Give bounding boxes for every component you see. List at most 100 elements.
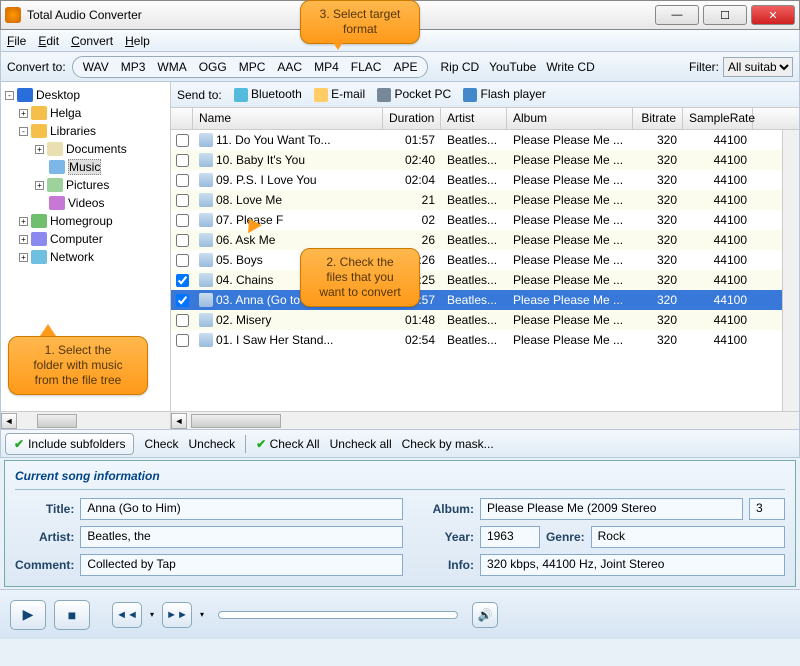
artist-field[interactable]: Beatles, the: [80, 526, 402, 548]
file-row[interactable]: 09. P.S. I Love You02:04Beatles...Please…: [171, 170, 799, 190]
format-ogg[interactable]: OGG: [193, 60, 233, 74]
file-row[interactable]: 06. Ask Me26Beatles...Please Please Me .…: [171, 230, 799, 250]
format-mp4[interactable]: MP4: [308, 60, 345, 74]
tree-node[interactable]: +Pictures: [5, 176, 166, 194]
file-row[interactable]: 04. Chains02:25Beatles...Please Please M…: [171, 270, 799, 290]
tree-node[interactable]: +Computer: [5, 230, 166, 248]
close-button[interactable]: ✕: [751, 5, 795, 25]
col-samplerate[interactable]: SampleRate: [683, 108, 753, 129]
sendto-email[interactable]: E-mail: [314, 87, 365, 102]
col-bitrate[interactable]: Bitrate: [633, 108, 683, 129]
expander-icon[interactable]: -: [19, 127, 28, 136]
file-row[interactable]: 02. Misery01:48Beatles...Please Please M…: [171, 310, 799, 330]
check-by-mask-btn[interactable]: Check by mask...: [402, 437, 494, 451]
track-field[interactable]: 3: [749, 498, 785, 520]
include-subfolders[interactable]: ✔Include subfolders: [5, 433, 134, 455]
album-label: Album:: [433, 502, 474, 516]
format-aac[interactable]: AAC: [271, 60, 308, 74]
menu-file[interactable]: File: [7, 34, 26, 48]
uncheck-btn[interactable]: Uncheck: [188, 437, 235, 451]
row-checkbox[interactable]: [176, 134, 189, 147]
row-checkbox[interactable]: [176, 214, 189, 227]
title-field[interactable]: Anna (Go to Him): [80, 498, 402, 520]
year-field[interactable]: 1963: [480, 526, 540, 548]
album: Please Please Me ...: [507, 213, 633, 227]
row-checkbox[interactable]: [176, 194, 189, 207]
file-row[interactable]: 08. Love Me21Beatles...Please Please Me …: [171, 190, 799, 210]
row-checkbox[interactable]: [176, 174, 189, 187]
artist: Beatles...: [441, 333, 507, 347]
col-name[interactable]: Name: [193, 108, 383, 129]
write-cd[interactable]: Write CD: [546, 60, 594, 74]
tree-node[interactable]: +Network: [5, 248, 166, 266]
row-checkbox[interactable]: [176, 314, 189, 327]
file-row[interactable]: 01. I Saw Her Stand...02:54Beatles...Ple…: [171, 330, 799, 350]
file-row[interactable]: 05. Boys02:26Beatles...Please Please Me …: [171, 250, 799, 270]
tree-label: Documents: [66, 142, 127, 156]
file-row[interactable]: 07. Please F02Beatles...Please Please Me…: [171, 210, 799, 230]
sendto-flash[interactable]: Flash player: [463, 87, 546, 102]
v-scrollbar[interactable]: [782, 130, 799, 411]
col-artist[interactable]: Artist: [441, 108, 507, 129]
col-duration[interactable]: Duration: [383, 108, 441, 129]
prev-button[interactable]: ◄◄: [112, 602, 142, 628]
comment-field[interactable]: Collected by Tap: [80, 554, 402, 576]
tree-node[interactable]: -Libraries: [5, 122, 166, 140]
stop-button[interactable]: ■: [54, 600, 90, 630]
format-mp3[interactable]: MP3: [115, 60, 152, 74]
play-button[interactable]: ▶: [10, 600, 46, 630]
uncheckall-btn[interactable]: Uncheck all: [330, 437, 392, 451]
maximize-button[interactable]: ☐: [703, 5, 747, 25]
volume-button[interactable]: 🔊: [472, 602, 498, 628]
seek-track[interactable]: [218, 611, 458, 619]
row-checkbox[interactable]: [176, 234, 189, 247]
tree-h-scroll[interactable]: ◄: [1, 411, 170, 429]
checkall-btn[interactable]: ✔ Check All: [256, 437, 319, 451]
menu-convert[interactable]: Convert: [71, 34, 113, 48]
sendto-bluetooth[interactable]: Bluetooth: [234, 87, 302, 102]
row-checkbox[interactable]: [176, 154, 189, 167]
song-info-header: Current song information: [15, 467, 785, 490]
tree-node[interactable]: Videos: [5, 194, 166, 212]
app-icon: [5, 7, 21, 23]
next-button[interactable]: ►►: [162, 602, 192, 628]
format-mpc[interactable]: MPC: [233, 60, 272, 74]
file-row[interactable]: 11. Do You Want To...01:57Beatles...Plea…: [171, 130, 799, 150]
artist: Beatles...: [441, 153, 507, 167]
filter-select[interactable]: All suitab: [723, 57, 793, 77]
filter-label: Filter:: [689, 60, 719, 74]
expander-icon[interactable]: +: [19, 217, 28, 226]
youtube[interactable]: YouTube: [489, 60, 536, 74]
row-checkbox[interactable]: [176, 254, 189, 267]
row-checkbox[interactable]: [176, 274, 189, 287]
row-checkbox[interactable]: [176, 294, 189, 307]
expander-icon[interactable]: -: [5, 91, 14, 100]
tree-node[interactable]: +Homegroup: [5, 212, 166, 230]
file-row[interactable]: 03. Anna (Go to Him)02:57Beatles...Pleas…: [171, 290, 799, 310]
check-btn[interactable]: Check: [144, 437, 178, 451]
menu-edit[interactable]: Edit: [38, 34, 59, 48]
expander-icon[interactable]: +: [35, 145, 44, 154]
tree-node[interactable]: +Helga: [5, 104, 166, 122]
expander-icon[interactable]: +: [19, 235, 28, 244]
format-flac[interactable]: FLAC: [345, 60, 388, 74]
col-album[interactable]: Album: [507, 108, 633, 129]
minimize-button[interactable]: —: [655, 5, 699, 25]
h-scrollbar[interactable]: ◄: [171, 411, 799, 429]
tree-node[interactable]: Music: [5, 158, 166, 176]
format-wav[interactable]: WAV: [77, 60, 115, 74]
rip-cd[interactable]: Rip CD: [440, 60, 479, 74]
format-wma[interactable]: WMA: [151, 60, 192, 74]
file-row[interactable]: 10. Baby It's You02:40Beatles...Please P…: [171, 150, 799, 170]
format-ape[interactable]: APE: [387, 60, 423, 74]
tree-node[interactable]: + Documents: [5, 140, 166, 158]
album-field[interactable]: Please Please Me (2009 Stereo: [480, 498, 743, 520]
tree-node[interactable]: -Desktop: [5, 86, 166, 104]
row-checkbox[interactable]: [176, 334, 189, 347]
genre-field[interactable]: Rock: [591, 526, 785, 548]
menu-help[interactable]: Help: [125, 34, 150, 48]
expander-icon[interactable]: +: [35, 181, 44, 190]
expander-icon[interactable]: +: [19, 109, 28, 118]
sendto-pocketpc[interactable]: Pocket PC: [377, 87, 451, 102]
expander-icon[interactable]: +: [19, 253, 28, 262]
